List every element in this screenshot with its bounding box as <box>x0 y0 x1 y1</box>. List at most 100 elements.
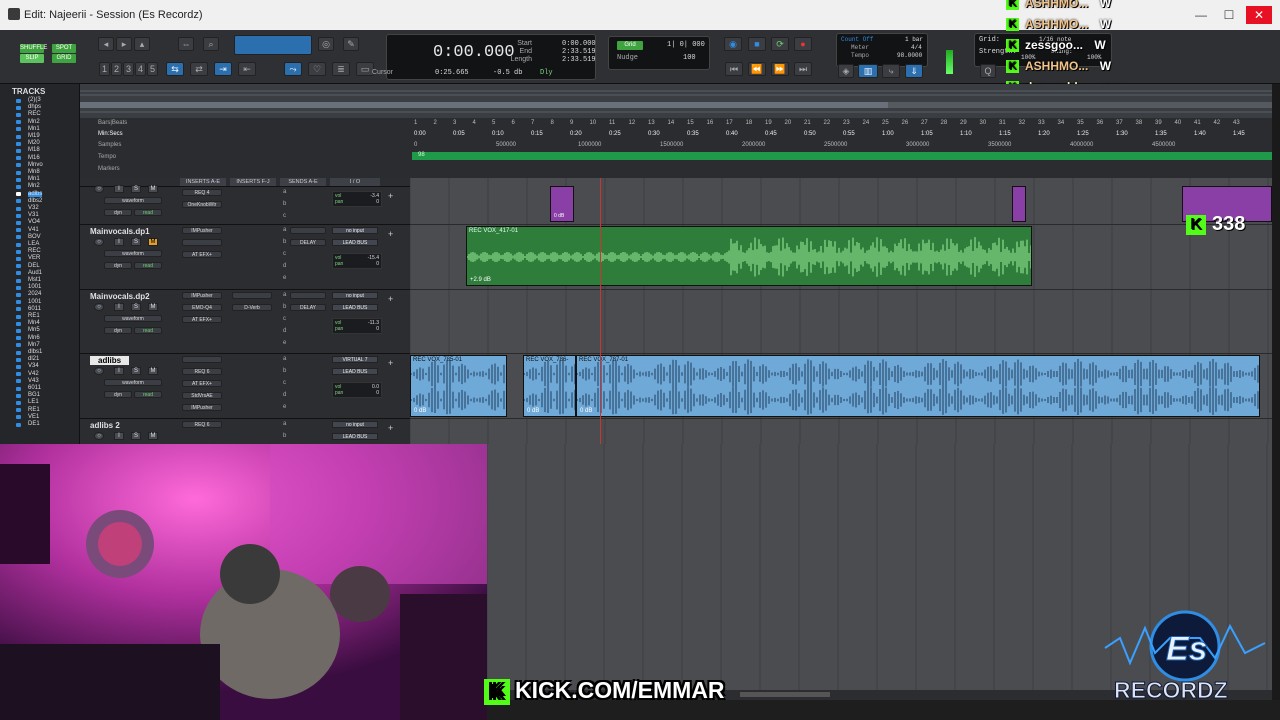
track-visibility-icon[interactable] <box>16 134 21 139</box>
input-selector[interactable]: no input <box>332 227 378 234</box>
input-monitor-button[interactable]: I <box>114 367 124 375</box>
tracks-list-item[interactable]: Mn2 <box>28 183 40 189</box>
end-value[interactable]: 2:33.519 <box>562 48 596 56</box>
tracks-list-item[interactable]: adlbs <box>28 191 43 197</box>
volume-pan-display[interactable]: vol -3.4 pan 0 <box>332 191 382 207</box>
solo-button[interactable]: S <box>131 432 141 440</box>
shuffle-mode-button[interactable]: SHUFFLE <box>20 44 47 53</box>
solo-button[interactable]: S <box>131 367 141 375</box>
track-visibility-icon[interactable] <box>16 213 21 218</box>
tracks-list-item[interactable]: Mn5 <box>28 327 40 333</box>
nudge-value[interactable]: 100 <box>683 54 696 62</box>
track-visibility-icon[interactable] <box>16 285 21 290</box>
zoom-out-icon[interactable]: ◂ <box>98 37 114 51</box>
track-visibility-icon[interactable] <box>16 163 21 168</box>
tempo-ruler-label[interactable]: Tempo <box>98 154 116 160</box>
tracks-list-item[interactable]: Mn2 <box>28 119 40 125</box>
tempo-value[interactable]: 98.0000 <box>897 52 922 59</box>
link-timeline-icon[interactable]: ⇆ <box>166 62 184 76</box>
tracks-list-item[interactable]: Mn4 <box>28 320 40 326</box>
tracks-list-item[interactable]: dlbs2 <box>28 198 42 204</box>
tracks-list-item[interactable]: REC <box>28 111 41 117</box>
tracks-list-item[interactable]: Mnvo <box>28 162 43 168</box>
audio-clip-blue[interactable]: REC VOX_785-01 0 dB <box>410 355 507 417</box>
insert-slot[interactable]: IMPusher <box>182 292 222 299</box>
insert-slot-fj[interactable] <box>232 292 272 299</box>
metronome-icon[interactable]: ◈ <box>838 64 854 78</box>
input-monitor-button[interactable]: I <box>114 185 124 193</box>
track-visibility-icon[interactable] <box>16 256 21 261</box>
record-arm-icon[interactable]: ○ <box>94 367 104 375</box>
scrub-tool-icon[interactable]: ◎ <box>318 37 334 51</box>
samples-ruler-label[interactable]: Samples <box>98 142 121 148</box>
track-visibility-icon[interactable] <box>16 98 21 103</box>
track-view-selector[interactable]: waveform <box>104 250 162 257</box>
zoom-preset-2[interactable]: 2 <box>111 62 122 76</box>
automation-mode[interactable]: read <box>134 391 162 398</box>
grid-label[interactable]: Grid <box>617 41 643 50</box>
tracks-list-item[interactable]: BOV <box>28 234 41 240</box>
tracks-list-item[interactable]: RE1 <box>28 313 40 319</box>
length-value[interactable]: 2:33.519 <box>562 56 596 64</box>
tracks-list-item[interactable]: V32 <box>28 205 39 211</box>
mirror-edit-icon[interactable]: ⇤ <box>238 62 256 76</box>
insertion-follows-icon[interactable]: ⇄ <box>190 62 208 76</box>
tracks-list-item[interactable]: dl21 <box>28 356 39 362</box>
audio-clip-green[interactable]: REC VOX_417-01 +2.9 dB <box>466 226 1032 286</box>
tracks-list-item[interactable]: V34 <box>28 363 39 369</box>
track-visibility-icon[interactable] <box>16 300 21 305</box>
tempo-track-bar[interactable]: 98 <box>412 152 1272 160</box>
adlib-clip[interactable]: 0 dB <box>550 186 574 222</box>
edit-window-tracks[interactable]: 0 dB REC VOX_417-01 +2.9 dB REC VOX_785-… <box>410 178 1272 444</box>
automation-mode[interactable]: read <box>134 327 162 334</box>
track-visibility-icon[interactable] <box>16 249 21 254</box>
tracks-list-item[interactable]: REC <box>28 248 41 254</box>
conductor-icon[interactable]: ▥ <box>858 64 878 78</box>
automation-mode[interactable]: read <box>134 262 162 269</box>
tracks-list-item[interactable]: (2)(3 <box>28 97 41 103</box>
spot-mode-button[interactable]: SPOT <box>52 44 76 53</box>
dly-indicator[interactable]: Dly <box>540 69 553 77</box>
mute-button[interactable]: M <box>148 185 158 193</box>
add-icon[interactable]: + <box>388 191 393 201</box>
count-off-label[interactable]: Count Off <box>841 36 873 43</box>
tracks-list-item[interactable]: LEA <box>28 241 39 247</box>
track-visibility-icon[interactable] <box>16 292 21 297</box>
tracks-list-item[interactable]: VE1 <box>28 414 39 420</box>
edit-tools-group[interactable] <box>234 35 312 55</box>
track-name[interactable]: adlibs 2 <box>90 421 120 430</box>
track-visibility-icon[interactable] <box>16 148 21 153</box>
output-selector[interactable]: LEAD BUS <box>332 368 378 375</box>
mute-button[interactable]: M <box>148 432 158 440</box>
tracks-list-item[interactable]: 1001 <box>28 299 41 305</box>
tracks-list-item[interactable]: V42 <box>28 371 39 377</box>
tracks-list-item[interactable]: M20 <box>28 140 40 146</box>
tracks-list-item[interactable]: Mn6 <box>28 335 40 341</box>
audio-clip-blue[interactable]: REC VOX_787-01 0 dB <box>576 355 1260 417</box>
grid-value[interactable]: 1| 0| 000 <box>667 41 705 49</box>
volume-pan-display[interactable]: vol 0.0 pan 0 <box>332 382 382 398</box>
pencil-tool-icon[interactable]: ✎ <box>343 37 359 51</box>
tracks-list-item[interactable]: 6011 <box>28 306 41 312</box>
track-visibility-icon[interactable] <box>16 278 21 283</box>
send-slot[interactable]: DELAY <box>290 239 326 246</box>
track-visibility-icon[interactable] <box>16 156 21 161</box>
track-visibility-icon[interactable] <box>16 328 21 333</box>
tracks-list-item[interactable]: Mn1 <box>28 126 40 132</box>
track-visibility-icon[interactable] <box>16 336 21 341</box>
insert-slot[interactable]: StdVrsAE <box>182 392 222 399</box>
track-visibility-icon[interactable] <box>16 321 21 326</box>
track-visibility-icon[interactable] <box>16 408 21 413</box>
track-visibility-icon[interactable] <box>16 357 21 362</box>
mute-button[interactable]: M <box>148 303 158 311</box>
track-visibility-icon[interactable] <box>16 120 21 125</box>
tracks-list-item[interactable]: 1001 <box>28 284 41 290</box>
track-visibility-icon[interactable] <box>16 415 21 420</box>
input-monitor-button[interactable]: I <box>114 432 124 440</box>
tracks-list-item[interactable]: M16 <box>28 155 40 161</box>
dyn-button[interactable]: dyn <box>104 262 132 269</box>
bar-value[interactable]: 1 bar <box>905 36 923 43</box>
maximize-button[interactable]: ☐ <box>1216 6 1242 24</box>
dyn-button[interactable]: dyn <box>104 327 132 334</box>
slip-mode-button[interactable]: SLIP <box>20 54 44 63</box>
